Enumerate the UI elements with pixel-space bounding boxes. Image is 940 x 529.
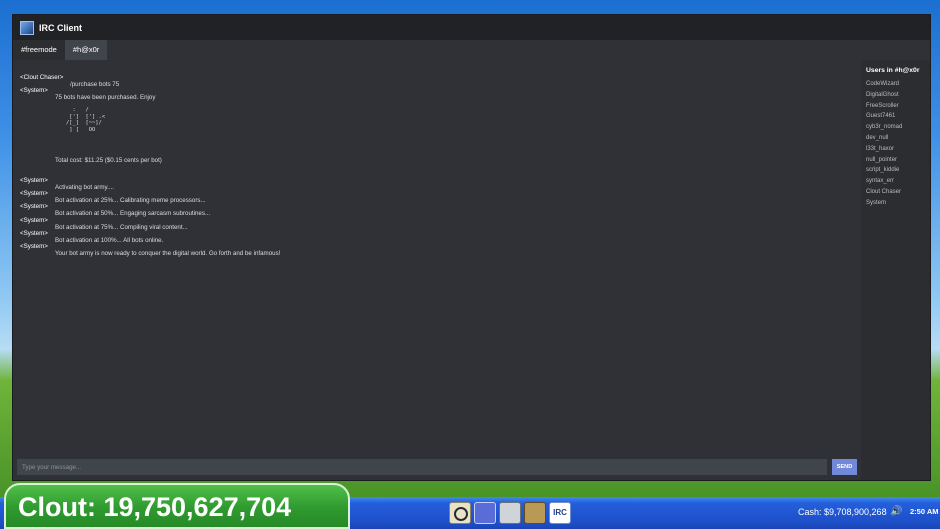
user-list-item[interactable]: l33t_haxor xyxy=(866,146,930,157)
message-text: 75 bots have been purchased. Enjoy xyxy=(55,94,156,102)
volume-icon[interactable]: 🔊 xyxy=(890,506,902,517)
channel-tabs: #freemode #h@x0r xyxy=(13,40,108,60)
user-list-item[interactable]: syntax_err xyxy=(866,178,930,189)
user-list-item[interactable]: FreeScroller xyxy=(866,103,930,114)
user-list-title: Users in #h@x0r xyxy=(866,67,920,74)
chat-message: <System> Bot activation at 75%... Compil… xyxy=(13,210,861,231)
irc-taskbar-icon[interactable]: IRC xyxy=(549,502,571,524)
user-list-item[interactable]: CodeWizard xyxy=(866,81,930,92)
message-input-bar: SEND xyxy=(13,455,861,480)
message-nick: <System> xyxy=(20,87,48,95)
clout-counter: Clout: 19,750,627,704 xyxy=(4,483,350,529)
user-list-item[interactable]: System xyxy=(866,200,930,211)
profile-app-icon[interactable] xyxy=(499,502,521,524)
message-text: Your bot army is now ready to conquer th… xyxy=(55,249,281,257)
user-list-item[interactable]: cyb3r_nomad xyxy=(866,124,930,135)
chat-message: <System> Activating bot army.... xyxy=(13,170,861,191)
user-list-panel: Users in #h@x0r CodeWizard DigitalGhost … xyxy=(861,60,930,480)
send-button[interactable]: SEND xyxy=(832,459,857,475)
tab-h-x0r[interactable]: #h@x0r xyxy=(64,40,108,60)
user-list-item[interactable]: DigitalGhost xyxy=(866,92,930,103)
window-title: IRC Client xyxy=(39,22,83,33)
user-list-item[interactable]: dev_null xyxy=(866,135,930,146)
title-bar[interactable]: IRC Client xyxy=(13,15,930,40)
total-cost-line: Total cost: $11.25 ($0.15 cents per bot) xyxy=(55,157,162,164)
user-list-item[interactable]: Clout Chaser xyxy=(866,189,930,200)
message-input[interactable] xyxy=(17,459,827,475)
chat-message: <System> Bot activation at 50%... Engagi… xyxy=(13,196,861,217)
system-clock: 2:50 AM xyxy=(910,507,939,516)
ring-app-icon[interactable] xyxy=(449,502,471,524)
taskbar-app-icons: IRC xyxy=(449,502,574,524)
bots-app-icon[interactable] xyxy=(474,502,496,524)
chat-message: <System> Your bot army is now ready to c… xyxy=(13,236,861,257)
chat-message: <System> Bot activation at 100%... All b… xyxy=(13,223,861,244)
message-nick: <System> xyxy=(20,242,48,250)
coin-app-icon[interactable] xyxy=(524,502,546,524)
activation-log: <System> Activating bot army.... <System… xyxy=(13,170,861,257)
cash-display: Cash: $9,708,900,268 xyxy=(798,507,887,517)
irc-client-window: IRC Client #freemode #h@x0r <Clout Chase… xyxy=(13,15,930,480)
message-log: <Clout Chaser> /purchase bots 75 <System… xyxy=(13,60,861,455)
user-list-item[interactable]: script_kiddie xyxy=(866,167,930,178)
tab-freemode[interactable]: #freemode xyxy=(13,40,65,60)
user-list-item[interactable]: Guest7461 xyxy=(866,113,930,124)
chat-message: <System> Bot activation at 25%... Calibr… xyxy=(13,183,861,204)
user-list-item[interactable]: null_pointer xyxy=(866,157,930,168)
bot-ascii-art: : / ['] ['] .< /[_] [~~]/ ] [ OO xyxy=(66,107,105,133)
chat-message: <Clout Chaser> /purchase bots 75 xyxy=(13,67,861,88)
irc-app-icon xyxy=(20,20,34,35)
chat-message: <System> 75 bots have been purchased. En… xyxy=(13,80,861,101)
